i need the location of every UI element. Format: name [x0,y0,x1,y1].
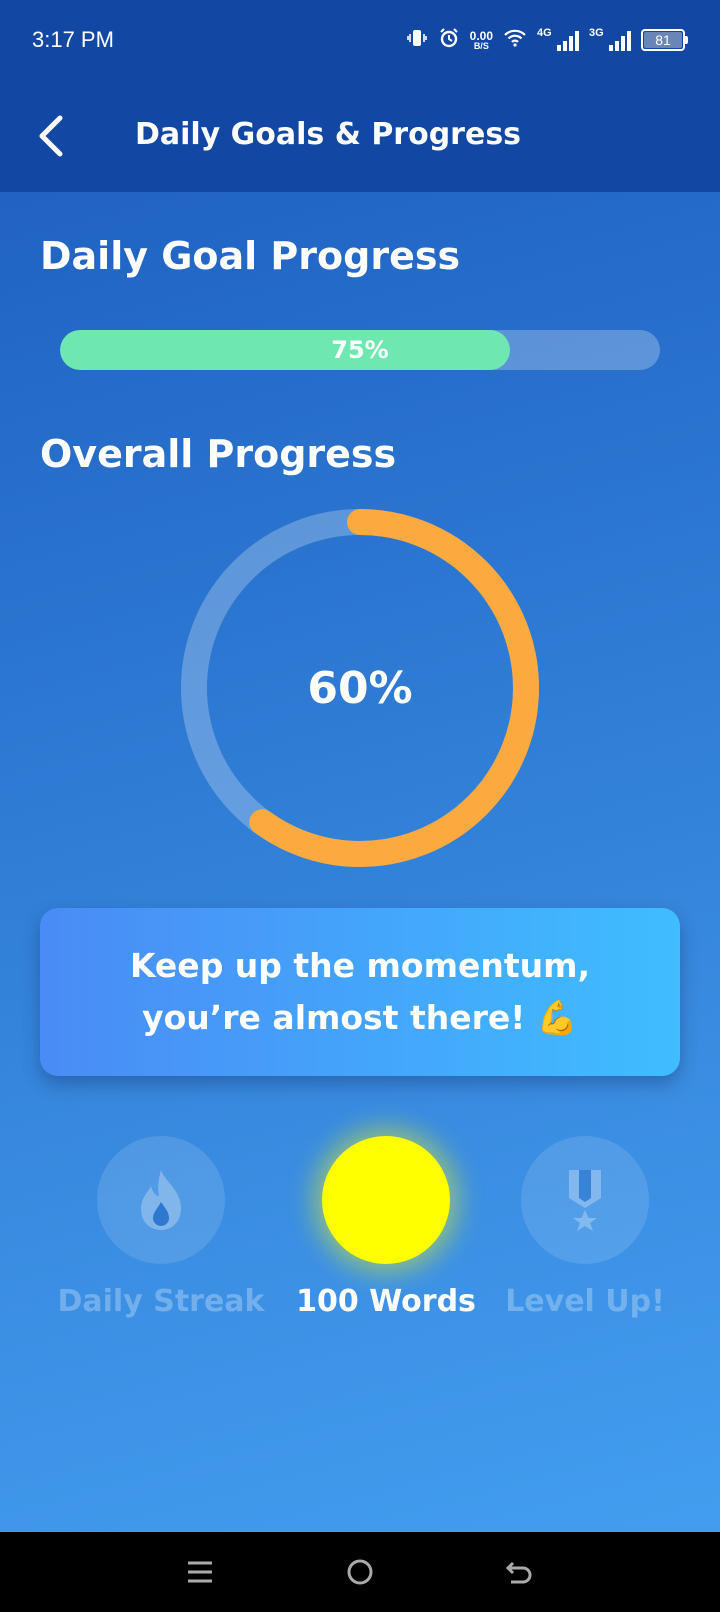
badge-label: 100 Words [296,1284,476,1319]
back-nav-button[interactable] [490,1542,550,1602]
overall-progress-title: Overall Progress [40,432,397,476]
app-header: Daily Goals & Progress [0,80,720,192]
battery-level: 81 [644,32,682,48]
signal-2-label: 3G [589,27,604,39]
motivation-text: Keep up the momentum, you’re almost ther… [130,940,590,1044]
menu-button[interactable] [170,1542,230,1602]
signal-1-label: 4G [537,27,552,39]
badge-100-words[interactable]: 100 Words [271,1136,501,1319]
status-bar: 3:17 PM 0.00 B/S 4G 3G 81 [0,0,720,80]
medal-icon [569,1170,601,1231]
battery-icon: 81 [641,29,688,51]
flexed-biceps-icon: 💪 [536,998,578,1037]
page-title: Daily Goals & Progress [134,117,522,152]
overall-progress-label: 60% [307,662,413,714]
back-icon [505,1561,532,1584]
overall-progress-ring: 60% [180,508,540,868]
wifi-icon [503,28,527,53]
daily-goal-progress-bar: 75% [60,330,660,370]
motivation-card: Keep up the momentum, you’re almost ther… [40,908,680,1076]
daily-goal-title: Daily Goal Progress [40,234,461,278]
net-speed-value: 0.00 [469,28,493,43]
status-time: 3:17 PM [32,27,114,52]
net-speed: 0.00 B/S [470,30,493,51]
signal-icon: 4G [537,27,579,51]
badge-circle [97,1136,225,1264]
badge-label: Daily Streak [57,1284,265,1319]
home-button[interactable] [330,1542,390,1602]
system-nav-bar [0,1532,720,1612]
menu-icon [188,1561,212,1583]
motivation-line-2: you’re almost there! [142,998,526,1037]
badge-circle [521,1136,649,1264]
status-icons: 0.00 B/S 4G 3G 81 [406,27,688,54]
daily-goal-progress-label: 75% [331,336,389,364]
badge-daily-streak[interactable]: Daily Streak [46,1136,276,1319]
vibrate-icon [406,27,428,54]
motivation-line-1: Keep up the momentum, [129,946,591,985]
badge-level-up[interactable]: Level Up! [470,1136,700,1319]
signal-icon-2: 3G [589,27,631,51]
home-icon [347,1559,373,1585]
net-speed-unit: B/S [473,40,489,51]
alarm-icon [438,27,460,54]
fire-icon [141,1170,181,1230]
badge-label: Level Up! [505,1284,665,1319]
badge-circle [322,1136,450,1264]
